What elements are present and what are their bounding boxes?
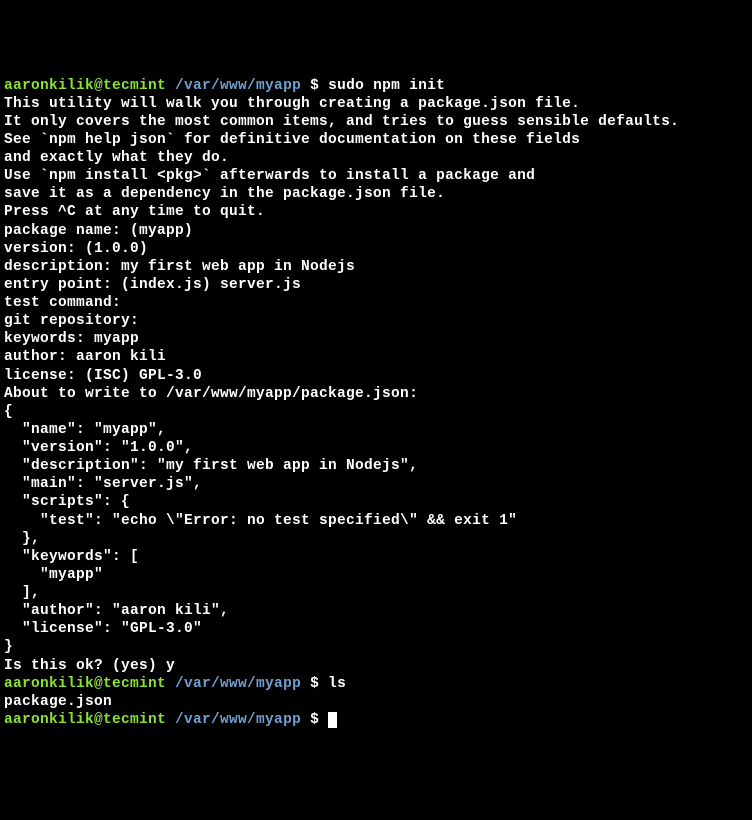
command-text: sudo npm init — [328, 78, 445, 94]
prompt-symbol: $ — [310, 78, 319, 94]
field-line: author: aaron kili — [4, 348, 748, 366]
intro-line: This utility will walk you through creat… — [4, 95, 748, 113]
json-line: "author": "aaron kili", — [4, 602, 748, 620]
intro-line: It only covers the most common items, an… — [4, 113, 748, 131]
json-line: "description": "my first web app in Node… — [4, 457, 748, 475]
user-host: aaronkilik@tecmint — [4, 712, 166, 728]
json-line: { — [4, 403, 748, 421]
intro-line: See `npm help json` for definitive docum… — [4, 131, 748, 149]
prompt-line-1[interactable]: aaronkilik@tecmint /var/www/myapp $ sudo… — [4, 77, 748, 95]
json-line: "license": "GPL-3.0" — [4, 620, 748, 638]
field-line: keywords: myapp — [4, 330, 748, 348]
json-line: "main": "server.js", — [4, 475, 748, 493]
json-line: }, — [4, 530, 748, 548]
intro-line: and exactly what they do. — [4, 149, 748, 167]
field-line: About to write to /var/www/myapp/package… — [4, 385, 748, 403]
json-line: "scripts": { — [4, 493, 748, 511]
intro-line: Press ^C at any time to quit. — [4, 203, 748, 221]
json-line: "name": "myapp", — [4, 421, 748, 439]
field-line: license: (ISC) GPL-3.0 — [4, 367, 748, 385]
json-line: "version": "1.0.0", — [4, 439, 748, 457]
path: /var/www/myapp — [175, 78, 301, 94]
json-line: ], — [4, 584, 748, 602]
json-line: } — [4, 638, 748, 656]
intro-line: save it as a dependency in the package.j… — [4, 185, 748, 203]
prompt-line-3[interactable]: aaronkilik@tecmint /var/www/myapp $ — [4, 711, 748, 729]
field-line: entry point: (index.js) server.js — [4, 276, 748, 294]
command-text: ls — [328, 676, 346, 692]
prompt-line-2[interactable]: aaronkilik@tecmint /var/www/myapp $ ls — [4, 675, 748, 693]
field-line: description: my first web app in Nodejs — [4, 258, 748, 276]
user-host: aaronkilik@tecmint — [4, 78, 166, 94]
terminal-output: aaronkilik@tecmint /var/www/myapp $ sudo… — [4, 77, 748, 730]
json-line: "myapp" — [4, 566, 748, 584]
json-line: "test": "echo \"Error: no test specified… — [4, 512, 748, 530]
ls-output: package.json — [4, 693, 748, 711]
path: /var/www/myapp — [175, 712, 301, 728]
user-host: aaronkilik@tecmint — [4, 676, 166, 692]
cursor-icon — [328, 712, 337, 728]
intro-line: Use `npm install <pkg>` afterwards to in… — [4, 167, 748, 185]
field-line: package name: (myapp) — [4, 222, 748, 240]
field-line: version: (1.0.0) — [4, 240, 748, 258]
confirm-line: Is this ok? (yes) y — [4, 657, 748, 675]
path: /var/www/myapp — [175, 676, 301, 692]
json-line: "keywords": [ — [4, 548, 748, 566]
prompt-symbol: $ — [310, 712, 319, 728]
prompt-symbol: $ — [310, 676, 319, 692]
field-line: test command: — [4, 294, 748, 312]
field-line: git repository: — [4, 312, 748, 330]
